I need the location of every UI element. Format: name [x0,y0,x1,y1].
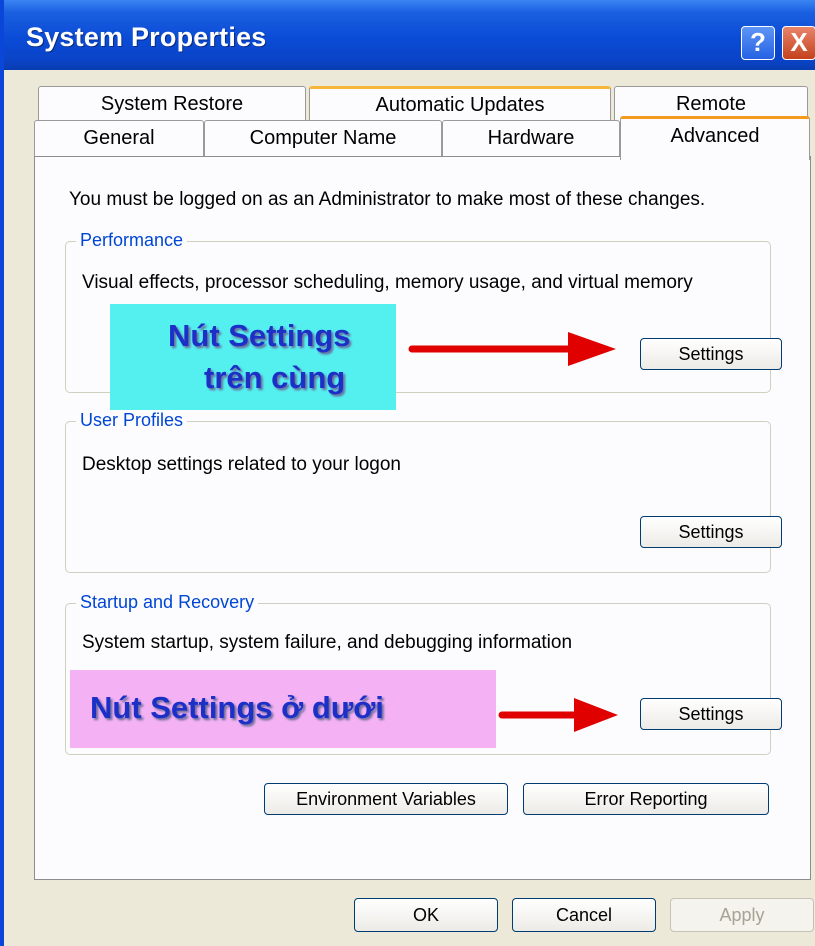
startup-recovery-group-label: Startup and Recovery [76,592,259,613]
annotation-arrow-bottom [498,698,618,732]
user-profiles-group: User Profiles Desktop settings related t… [65,410,782,573]
help-button[interactable]: ? [741,26,775,60]
tab-automatic-updates[interactable]: Automatic Updates [309,86,611,122]
performance-group-label: Performance [76,230,188,251]
advanced-tab-panel: You must be logged on as an Administrato… [34,156,811,880]
title-bar[interactable]: System Properties ? X [4,0,815,70]
window-title: System Properties [26,22,267,52]
annotation-arrow-top [408,332,616,366]
close-button[interactable]: X [782,26,815,60]
system-properties-window: System Properties ? X System Restore Aut… [0,0,815,946]
user-profiles-description: Desktop settings related to your logon [82,454,401,475]
apply-button[interactable]: Apply [670,898,814,932]
tab-general[interactable]: General [34,120,204,156]
environment-variables-button[interactable]: Environment Variables [264,783,508,815]
annotation-bottom-box: Nút Settings ở dưới [70,670,496,748]
performance-description: Visual effects, processor scheduling, me… [82,272,693,293]
annotation-top-line2: trên cùng [204,360,346,395]
annotation-bottom-text: Nút Settings ở dưới [90,690,384,725]
cancel-button[interactable]: Cancel [512,898,656,932]
tab-computer-name[interactable]: Computer Name [204,120,442,156]
tab-system-restore[interactable]: System Restore [38,86,306,122]
ok-button[interactable]: OK [354,898,498,932]
admin-notice: You must be logged on as an Administrato… [69,189,706,210]
startup-recovery-settings-button[interactable]: Settings [640,698,782,730]
performance-settings-button[interactable]: Settings [640,338,782,370]
tab-hardware[interactable]: Hardware [442,120,620,156]
annotation-top-line1: Nút Settings [168,318,351,353]
error-reporting-button[interactable]: Error Reporting [523,783,769,815]
user-profiles-settings-button[interactable]: Settings [640,516,782,548]
startup-recovery-description: System startup, system failure, and debu… [82,632,573,653]
tab-advanced[interactable]: Advanced [620,116,810,160]
user-profiles-group-label: User Profiles [76,410,188,431]
annotation-top-box: Nút Settings trên cùng [110,304,396,410]
